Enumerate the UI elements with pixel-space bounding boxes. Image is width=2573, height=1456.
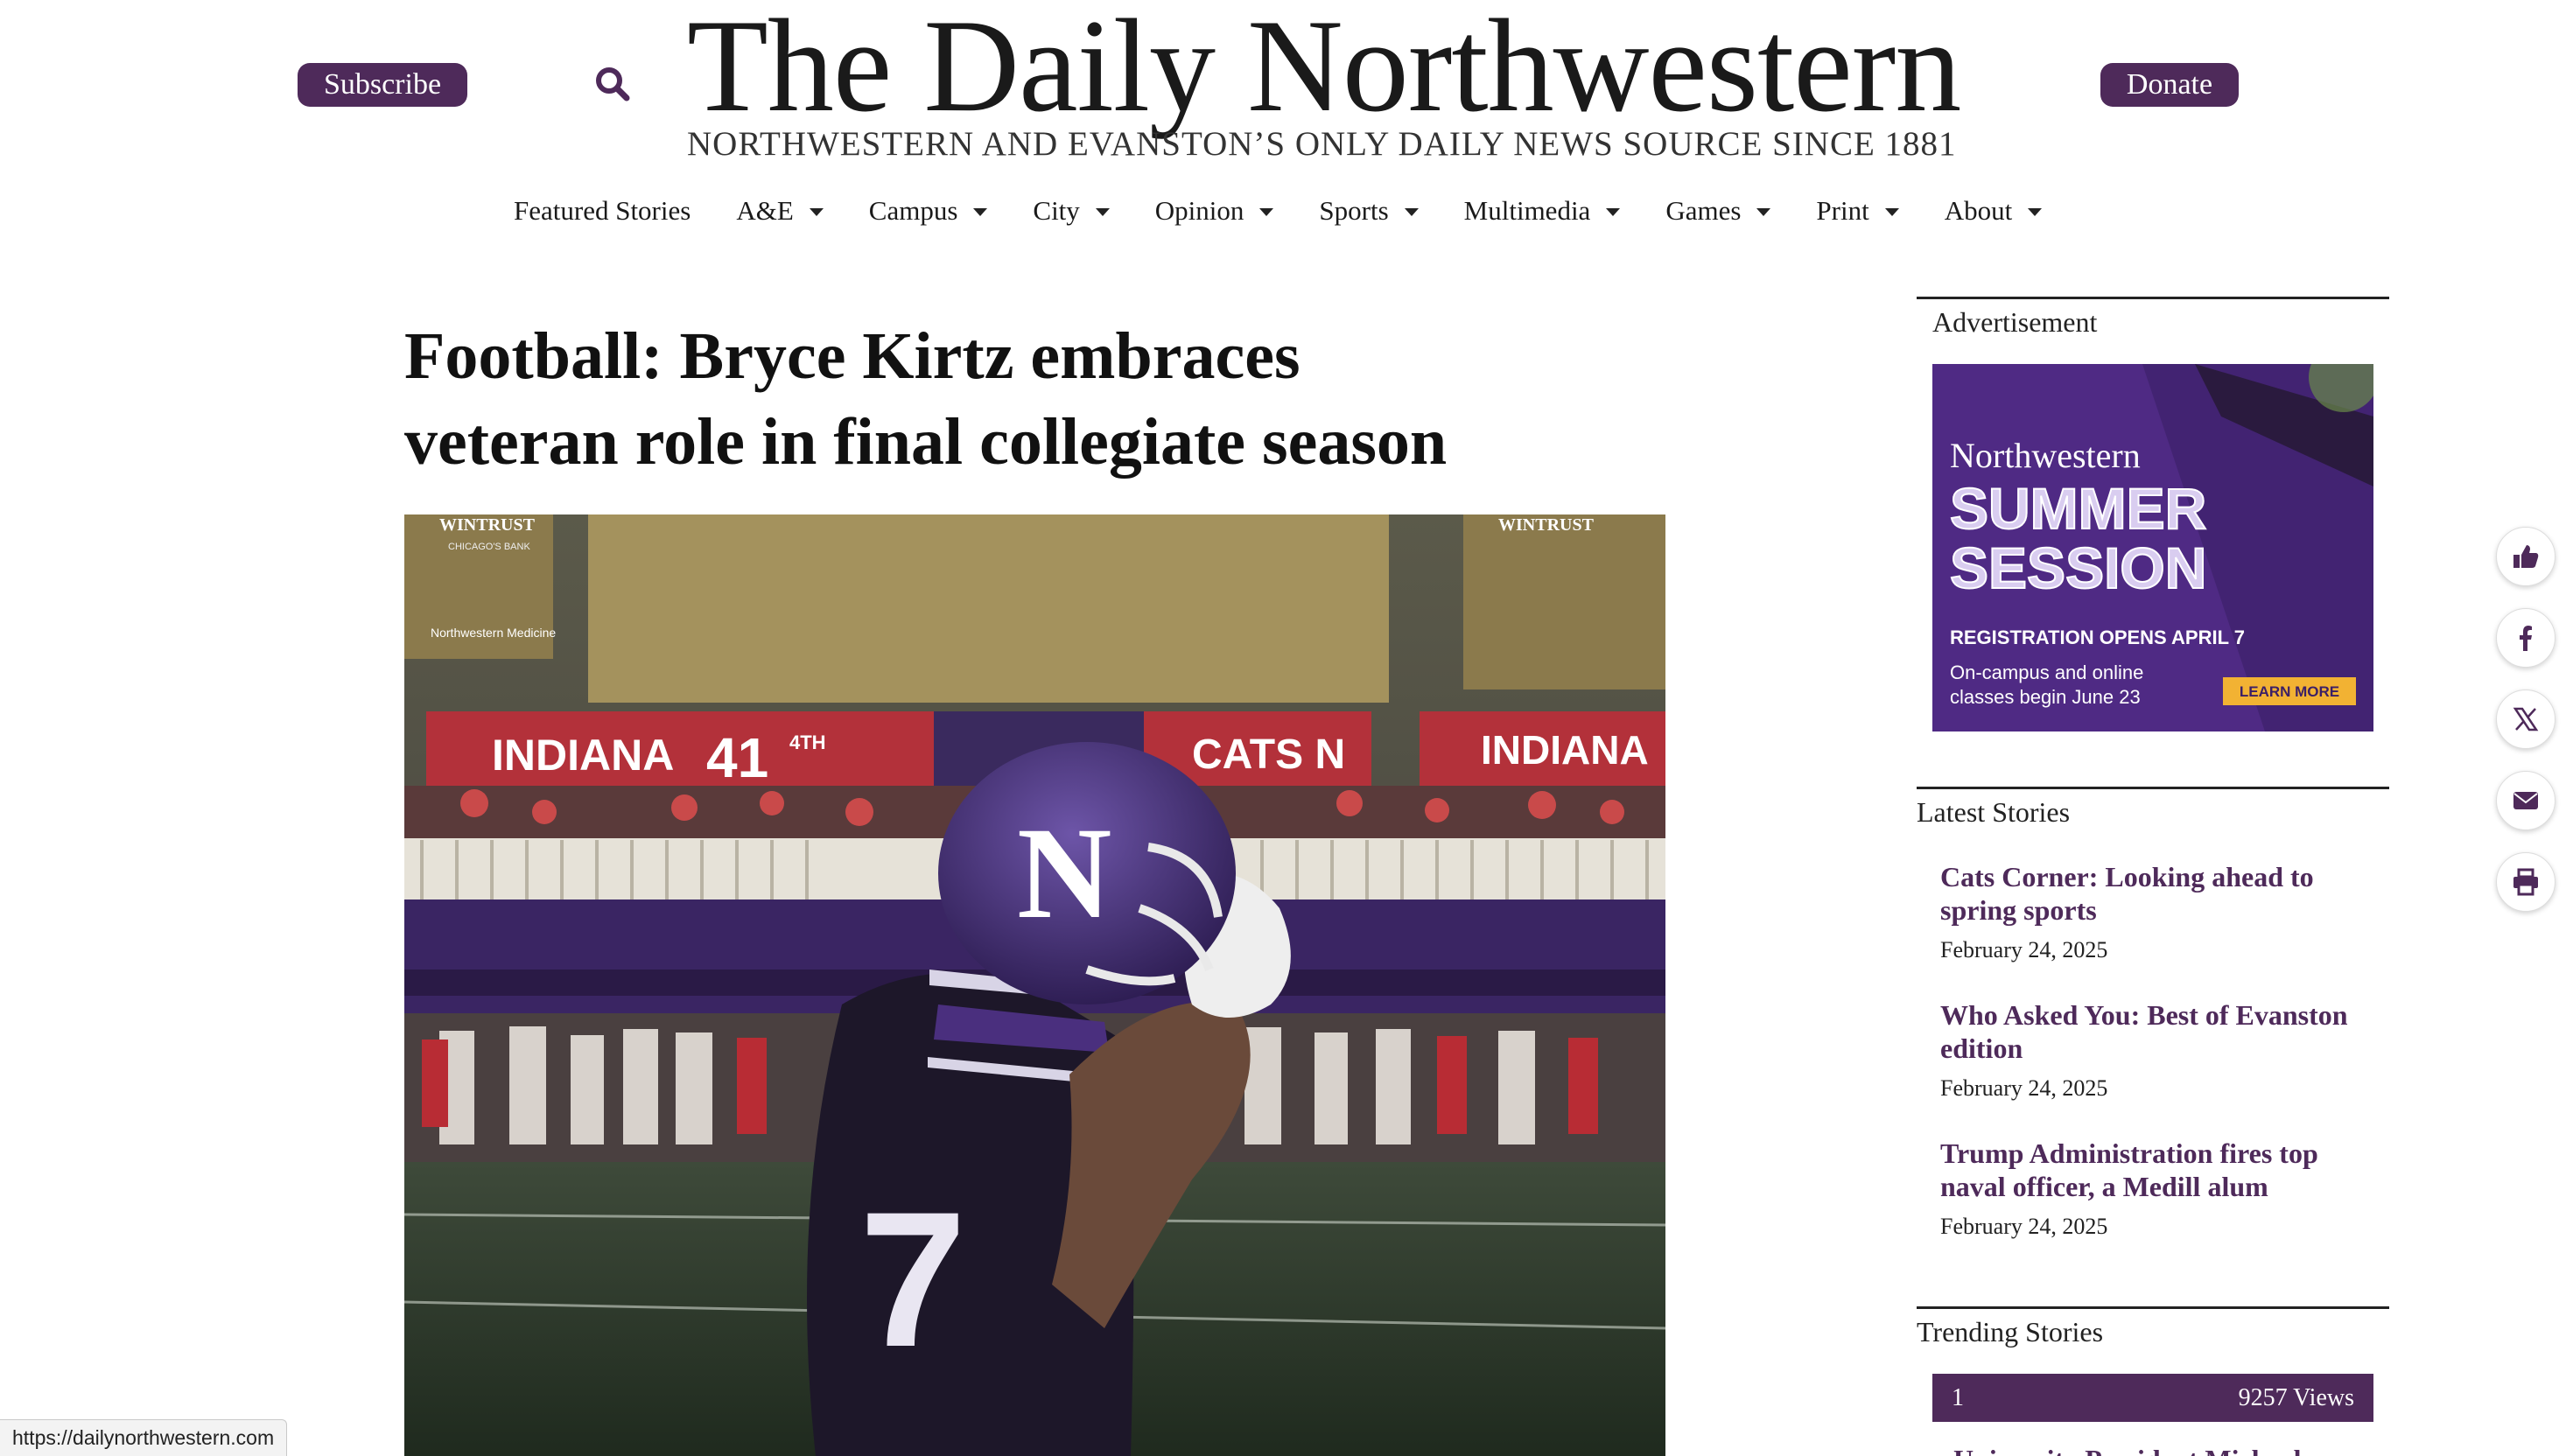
- latest-story-item: Cats Corner: Looking ahead to spring spo…: [1940, 860, 2378, 963]
- nav-item-label: Print: [1816, 195, 1869, 226]
- latest-stories-heading: Latest Stories: [1917, 796, 2071, 828]
- hero-helmet-letter: N: [1017, 801, 1111, 946]
- caret-down-icon: [2028, 207, 2043, 216]
- sidebar-divider: [1917, 297, 2389, 299]
- latest-story-title[interactable]: Who Asked You: Best of Evanston edition: [1940, 998, 2378, 1065]
- headline-line-1: Football: Bryce Kirtz embraces: [404, 319, 1301, 393]
- nav-item-label: Games: [1665, 195, 1742, 226]
- caret-down-icon: [1095, 207, 1110, 216]
- caret-down-icon: [1756, 207, 1771, 216]
- nav-item-label: A&E: [736, 195, 794, 226]
- latest-story-item: Who Asked You: Best of Evanston edition …: [1940, 998, 2378, 1102]
- trending-rank: 1: [1952, 1383, 1964, 1411]
- latest-story-title[interactable]: Cats Corner: Looking ahead to spring spo…: [1940, 860, 2378, 927]
- advertisement-label: Advertisement: [1932, 306, 2098, 338]
- main-nav: Featured Stories A&E Campus City Opinion…: [514, 191, 2043, 231]
- trending-story-title[interactable]: University President Michael: [1953, 1442, 2373, 1456]
- ad-illustration: Northwestern SUMMER SESSION REGISTRATION…: [1932, 364, 2373, 732]
- latest-story-date: February 24, 2025: [1940, 937, 2108, 962]
- email-icon: [2513, 792, 2538, 809]
- trending-rank-bar[interactable]: 1 9257 Views: [1932, 1374, 2373, 1422]
- print-button[interactable]: [2496, 852, 2555, 912]
- nav-item-label: Featured Stories: [514, 195, 691, 226]
- like-icon: [2513, 545, 2539, 568]
- hero-scoreboard-cats: CATS N: [1192, 732, 1345, 778]
- ad-registration: REGISTRATION OPENS APRIL 7: [1950, 626, 2245, 648]
- hero-sponsor-left-sub: CHICAGO'S BANK: [448, 542, 530, 552]
- nav-item-label: City: [1033, 195, 1080, 226]
- article-headline: Football: Bryce Kirtz embraces veteran r…: [404, 313, 1700, 485]
- masthead-tagline: NORTHWESTERN AND EVANSTON’S ONLY DAILY N…: [687, 125, 1957, 163]
- nav-item-featured-stories[interactable]: Featured Stories: [514, 195, 691, 227]
- nav-item-sports[interactable]: Sports: [1319, 195, 1419, 227]
- hero-sponsor-right: WINTRUST: [1498, 515, 1595, 535]
- nav-item-multimedia[interactable]: Multimedia: [1464, 195, 1621, 227]
- nav-item-label: Sports: [1319, 195, 1389, 226]
- donate-button[interactable]: Donate: [2100, 63, 2239, 107]
- facebook-icon: [2520, 626, 2532, 651]
- trending-stories-heading: Trending Stories: [1917, 1316, 2104, 1348]
- ad-detail-line-1: On-campus and online: [1950, 662, 2143, 683]
- caret-down-icon: [1259, 207, 1274, 216]
- advertisement-banner[interactable]: Northwestern SUMMER SESSION REGISTRATION…: [1932, 364, 2373, 732]
- caret-down-icon: [1884, 207, 1899, 216]
- nav-item-print[interactable]: Print: [1816, 195, 1899, 227]
- caret-down-icon: [1404, 207, 1419, 216]
- nav-item-about[interactable]: About: [1945, 195, 2043, 227]
- hero-sponsor-nm: Northwestern Medicine: [431, 626, 556, 640]
- facebook-share-button[interactable]: [2496, 608, 2555, 668]
- latest-story-date: February 24, 2025: [1940, 1075, 2108, 1101]
- subscribe-button[interactable]: Subscribe: [298, 63, 467, 107]
- hero-sponsor-left: WINTRUST: [439, 515, 536, 535]
- like-button[interactable]: [2496, 527, 2555, 586]
- ad-cta-button[interactable]: LEARN MORE: [2240, 683, 2339, 700]
- ad-detail-line-2: classes begin June 23: [1950, 686, 2141, 708]
- nav-item-label: Multimedia: [1463, 195, 1591, 226]
- caret-down-icon: [1606, 207, 1621, 216]
- article-hero-photo[interactable]: WINTRUST CHICAGO'S BANK Northwestern Med…: [404, 514, 1665, 1456]
- nav-item-opinion[interactable]: Opinion: [1155, 195, 1274, 227]
- ad-line-1: SUMMER: [1950, 476, 2206, 541]
- hero-scoreboard-score: 41: [706, 726, 768, 789]
- hero-photo-illustration: WINTRUST CHICAGO'S BANK Northwestern Med…: [404, 514, 1665, 1456]
- nav-item-campus[interactable]: Campus: [869, 195, 988, 227]
- nav-item-label: About: [1944, 195, 2013, 226]
- nav-item-label: Opinion: [1154, 195, 1244, 226]
- hero-jersey-number: 7: [859, 1172, 966, 1387]
- latest-story-item: Trump Administration fires top naval off…: [1940, 1137, 2378, 1240]
- ad-line-2: SESSION: [1950, 536, 2206, 600]
- email-share-button[interactable]: [2496, 771, 2555, 830]
- trending-views: 9257 Views: [2238, 1383, 2354, 1411]
- latest-story-date: February 24, 2025: [1940, 1214, 2108, 1239]
- x-icon: [2513, 707, 2539, 732]
- browser-status-url: https://dailynorthwestern.com: [0, 1419, 288, 1456]
- nav-item-city[interactable]: City: [1033, 195, 1110, 227]
- nav-item-games[interactable]: Games: [1665, 195, 1771, 227]
- sidebar-divider: [1917, 1306, 2389, 1309]
- caret-down-icon: [809, 207, 824, 216]
- x-share-button[interactable]: [2496, 690, 2555, 749]
- nav-item-ae[interactable]: A&E: [736, 195, 824, 227]
- sidebar-divider: [1917, 787, 2389, 789]
- ad-brand: Northwestern: [1950, 436, 2141, 475]
- search-icon[interactable]: [593, 65, 632, 103]
- headline-line-2: veteran role in final collegiate season: [404, 405, 1448, 479]
- print-icon: [2513, 868, 2538, 896]
- hero-scoreboard-quarter: 4TH: [789, 732, 826, 753]
- hero-scoreboard-team-right: INDIANA: [1481, 727, 1649, 773]
- latest-story-title[interactable]: Trump Administration fires top naval off…: [1940, 1137, 2378, 1203]
- masthead-logo[interactable]: The Daily Northwestern: [687, 0, 1961, 132]
- caret-down-icon: [973, 207, 988, 216]
- hero-scoreboard-team: INDIANA: [492, 731, 674, 780]
- nav-item-label: Campus: [868, 195, 958, 226]
